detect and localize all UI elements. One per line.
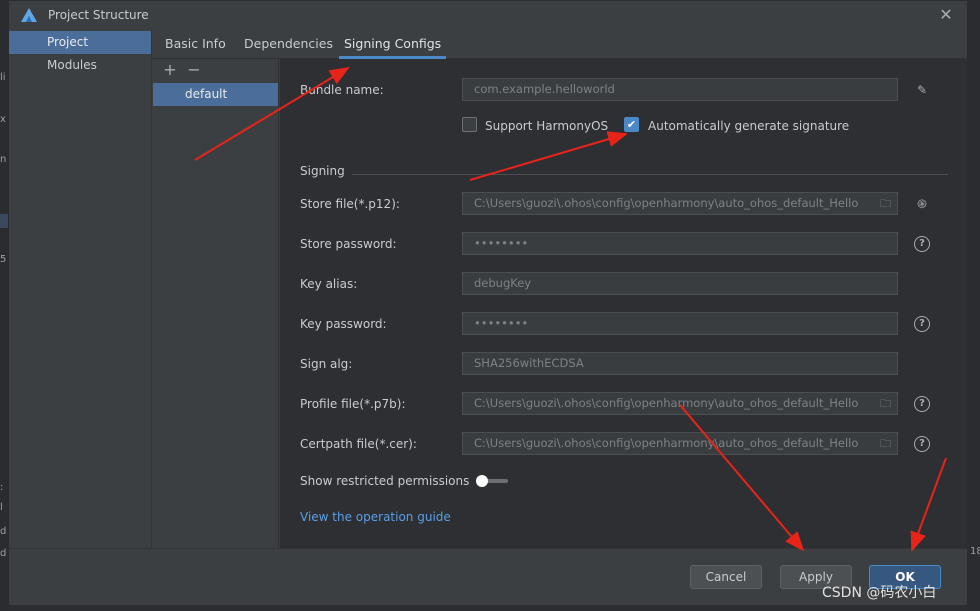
sidebar: Project Modules bbox=[9, 29, 152, 548]
key-password-label: Key password: bbox=[300, 317, 387, 331]
cancel-button[interactable]: Cancel bbox=[690, 565, 762, 589]
help-icon[interactable]: ? bbox=[914, 436, 930, 452]
folder-icon[interactable]: 🗀 bbox=[880, 393, 891, 414]
profile-file-label: Profile file(*.p7b): bbox=[300, 397, 406, 411]
close-button[interactable]: ✕ bbox=[935, 5, 957, 25]
sign-alg-label: Sign alg: bbox=[300, 357, 353, 371]
show-restricted-label: Show restricted permissions bbox=[300, 474, 470, 488]
store-password-label: Store password: bbox=[300, 237, 397, 251]
ide-code-fragment: 5 bbox=[0, 254, 7, 265]
tab-basic-info[interactable]: Basic Info bbox=[165, 36, 226, 59]
signing-section-title: Signing bbox=[300, 164, 345, 178]
sidebar-item-project[interactable]: Project bbox=[9, 31, 151, 54]
ide-code-fragment: x bbox=[0, 114, 6, 125]
profile-file-field[interactable]: C:\Users\guozi\.ohos\config\openharmony\… bbox=[462, 392, 898, 415]
toggle-knob bbox=[476, 475, 488, 487]
deveco-logo-icon bbox=[21, 8, 37, 22]
auto-signature-checkbox[interactable]: ✔ bbox=[624, 117, 639, 132]
ide-code-fragment: l bbox=[0, 502, 3, 513]
support-harmonyos-checkbox[interactable] bbox=[462, 117, 477, 132]
section-divider bbox=[352, 174, 948, 175]
tab-bar: Basic Info Dependencies Signing Configs bbox=[152, 29, 967, 59]
support-harmonyos-label: Support HarmonyOS bbox=[485, 119, 609, 133]
store-password-field[interactable]: •••••••• bbox=[462, 232, 898, 255]
sidebar-item-modules[interactable]: Modules bbox=[9, 54, 151, 77]
tab-signing-configs[interactable]: Signing Configs bbox=[339, 36, 447, 59]
folder-icon[interactable]: 🗀 bbox=[880, 193, 891, 214]
help-icon[interactable]: ? bbox=[914, 236, 930, 252]
main-content: Basic Info Dependencies Signing Configs … bbox=[152, 29, 967, 548]
certpath-file-label: Certpath file(*.cer): bbox=[300, 437, 417, 451]
key-alias-field[interactable]: debugKey bbox=[462, 272, 898, 295]
ide-code-fragment: n bbox=[0, 154, 7, 165]
key-alias-label: Key alias: bbox=[300, 277, 358, 291]
help-icon[interactable]: ? bbox=[914, 396, 930, 412]
ide-code-fragment: li bbox=[0, 72, 6, 83]
remove-config-icon[interactable]: − bbox=[186, 62, 202, 78]
watermark: CSDN @码农小白 bbox=[822, 585, 937, 601]
fingerprint-icon[interactable]: ֍ bbox=[914, 196, 930, 212]
store-file-label: Store file(*.p12): bbox=[300, 197, 400, 211]
help-icon[interactable]: ? bbox=[914, 316, 930, 332]
bundle-name-field[interactable]: com.example.helloworld bbox=[462, 78, 898, 101]
store-file-field[interactable]: C:\Users\guozi\.ohos\config\openharmony\… bbox=[462, 192, 898, 215]
background-ide-right: 18 bbox=[968, 0, 980, 611]
store-file-value: C:\Users\guozi\.ohos\config\openharmony\… bbox=[474, 196, 859, 210]
auto-signature-label: Automatically generate signature bbox=[648, 119, 850, 133]
ide-code-fragment: d bbox=[0, 548, 7, 559]
ide-code-fragment: d bbox=[0, 526, 7, 537]
ide-highlight bbox=[0, 214, 8, 228]
sign-alg-field[interactable]: SHA256withECDSA bbox=[462, 352, 898, 375]
show-restricted-toggle[interactable] bbox=[476, 475, 510, 487]
add-config-icon[interactable]: + bbox=[162, 62, 178, 78]
edit-icon[interactable]: ✎ bbox=[914, 82, 930, 98]
ide-code-fragment: 18 bbox=[970, 546, 980, 557]
dialog-title: Project Structure bbox=[48, 8, 149, 22]
folder-icon[interactable]: 🗀 bbox=[880, 433, 891, 454]
ide-code-fragment: : bbox=[0, 482, 4, 493]
title-bar: Project Structure ✕ bbox=[9, 1, 967, 29]
operation-guide-link[interactable]: View the operation guide bbox=[300, 510, 451, 524]
profile-file-value: C:\Users\guozi\.ohos\config\openharmony\… bbox=[474, 396, 859, 410]
project-structure-dialog: Project Structure ✕ Project Modules Basi… bbox=[8, 0, 968, 605]
key-password-field[interactable]: •••••••• bbox=[462, 312, 898, 335]
certpath-file-field[interactable]: C:\Users\guozi\.ohos\config\openharmony\… bbox=[462, 432, 898, 455]
certpath-file-value: C:\Users\guozi\.ohos\config\openharmony\… bbox=[474, 436, 859, 450]
signing-config-list: + − default bbox=[152, 59, 279, 548]
background-ide-left: li x n 5 : l d d bbox=[0, 0, 8, 611]
signing-form: Bundle name: com.example.helloworld ✎ Su… bbox=[280, 59, 967, 548]
tab-dependencies[interactable]: Dependencies bbox=[244, 36, 333, 59]
config-item-default[interactable]: default bbox=[153, 83, 278, 106]
bundle-name-label: Bundle name: bbox=[300, 83, 384, 97]
